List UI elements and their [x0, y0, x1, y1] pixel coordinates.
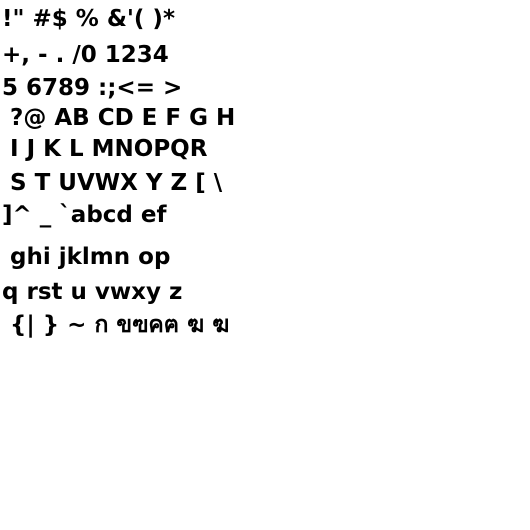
glyph-line-1: !" #$ % &'( )*: [2, 6, 175, 32]
font-specimen-sheet: !" #$ % &'( )* +, - . /0 1234 5 6789 :;<…: [0, 0, 530, 530]
glyph-line-3: 5 6789 :;<= >: [2, 75, 183, 101]
glyph-line-7: ]^ _ `abcd ef: [2, 202, 167, 228]
glyph-line-8: ghi jklmn op: [2, 244, 171, 270]
glyph-line-10: {| } ~ ก ขฃคฅ ฆ ฆ: [2, 312, 230, 338]
glyph-line-4: ?@ AB CD E F G H: [2, 105, 236, 131]
glyph-line-2: +, - . /0 1234: [2, 42, 169, 68]
glyph-line-6: S T UVWX Y Z [ \: [2, 170, 223, 196]
glyph-line-9: q rst u vwxy z: [2, 279, 183, 305]
glyph-line-5: I J K L MNOPQR: [2, 136, 208, 162]
